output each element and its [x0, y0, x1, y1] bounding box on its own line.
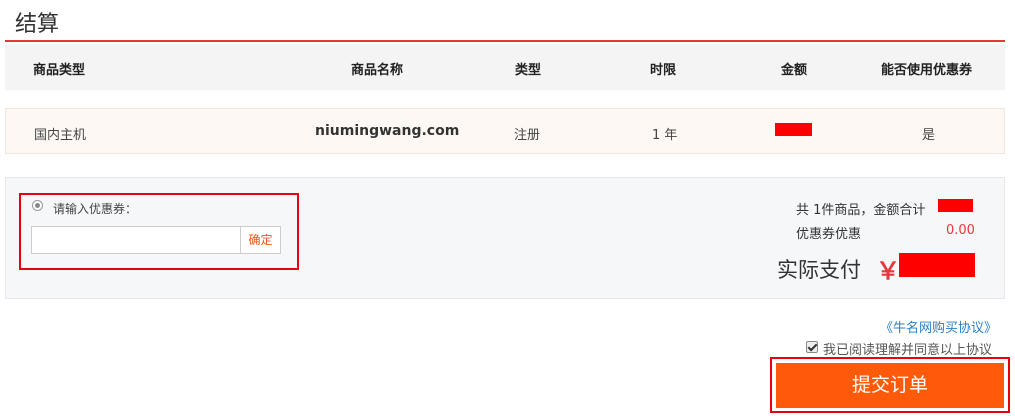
- coupon-label: 请输入优惠券：: [53, 202, 138, 216]
- pay-label: 实际支付: [777, 258, 861, 282]
- table-header: 商品类型 商品名称 类型 时限 金额 能否使用优惠券: [5, 44, 1005, 90]
- cell-amount-redacted: [775, 123, 812, 136]
- header-type: 类型: [515, 63, 542, 78]
- coupon-radio[interactable]: [32, 200, 43, 211]
- summary-discount-label: 优惠券优惠: [796, 227, 862, 242]
- header-amount: 金额: [781, 63, 808, 78]
- summary-discount-value: 0.00: [946, 223, 975, 238]
- cell-product-name: niumingwang.com: [315, 123, 460, 139]
- cell-duration: 1 年: [652, 128, 678, 143]
- summary-total-text: 共 1件商品，金额合计: [796, 203, 926, 218]
- cell-type: 注册: [514, 128, 541, 143]
- submit-order-button[interactable]: 提交订单: [776, 363, 1004, 408]
- coupon-input[interactable]: [31, 226, 240, 254]
- header-product-type: 商品类型: [33, 63, 86, 78]
- agree-checkbox-label: 我已阅读理解并同意以上协议: [823, 343, 993, 358]
- cell-coupon-allowed: 是: [922, 128, 936, 143]
- purchase-agreement-link[interactable]: 《牛名网购买协议》: [880, 317, 997, 336]
- coupon-confirm-button[interactable]: 确定: [240, 226, 281, 254]
- pay-currency-symbol: ￥: [876, 257, 900, 285]
- agree-checkbox[interactable]: [806, 341, 818, 353]
- cell-product-type: 国内主机: [34, 128, 87, 143]
- page-title: 结算: [15, 12, 60, 37]
- title-divider: [5, 40, 1005, 42]
- pay-amount-redacted: [899, 253, 975, 277]
- header-duration: 时限: [650, 63, 677, 78]
- table-row: 国内主机 niumingwang.com 注册 1 年 是: [5, 108, 1005, 154]
- header-product-name: 商品名称: [351, 63, 404, 78]
- summary-total-redacted: [938, 199, 973, 212]
- header-coupon-allowed: 能否使用优惠券: [881, 63, 973, 78]
